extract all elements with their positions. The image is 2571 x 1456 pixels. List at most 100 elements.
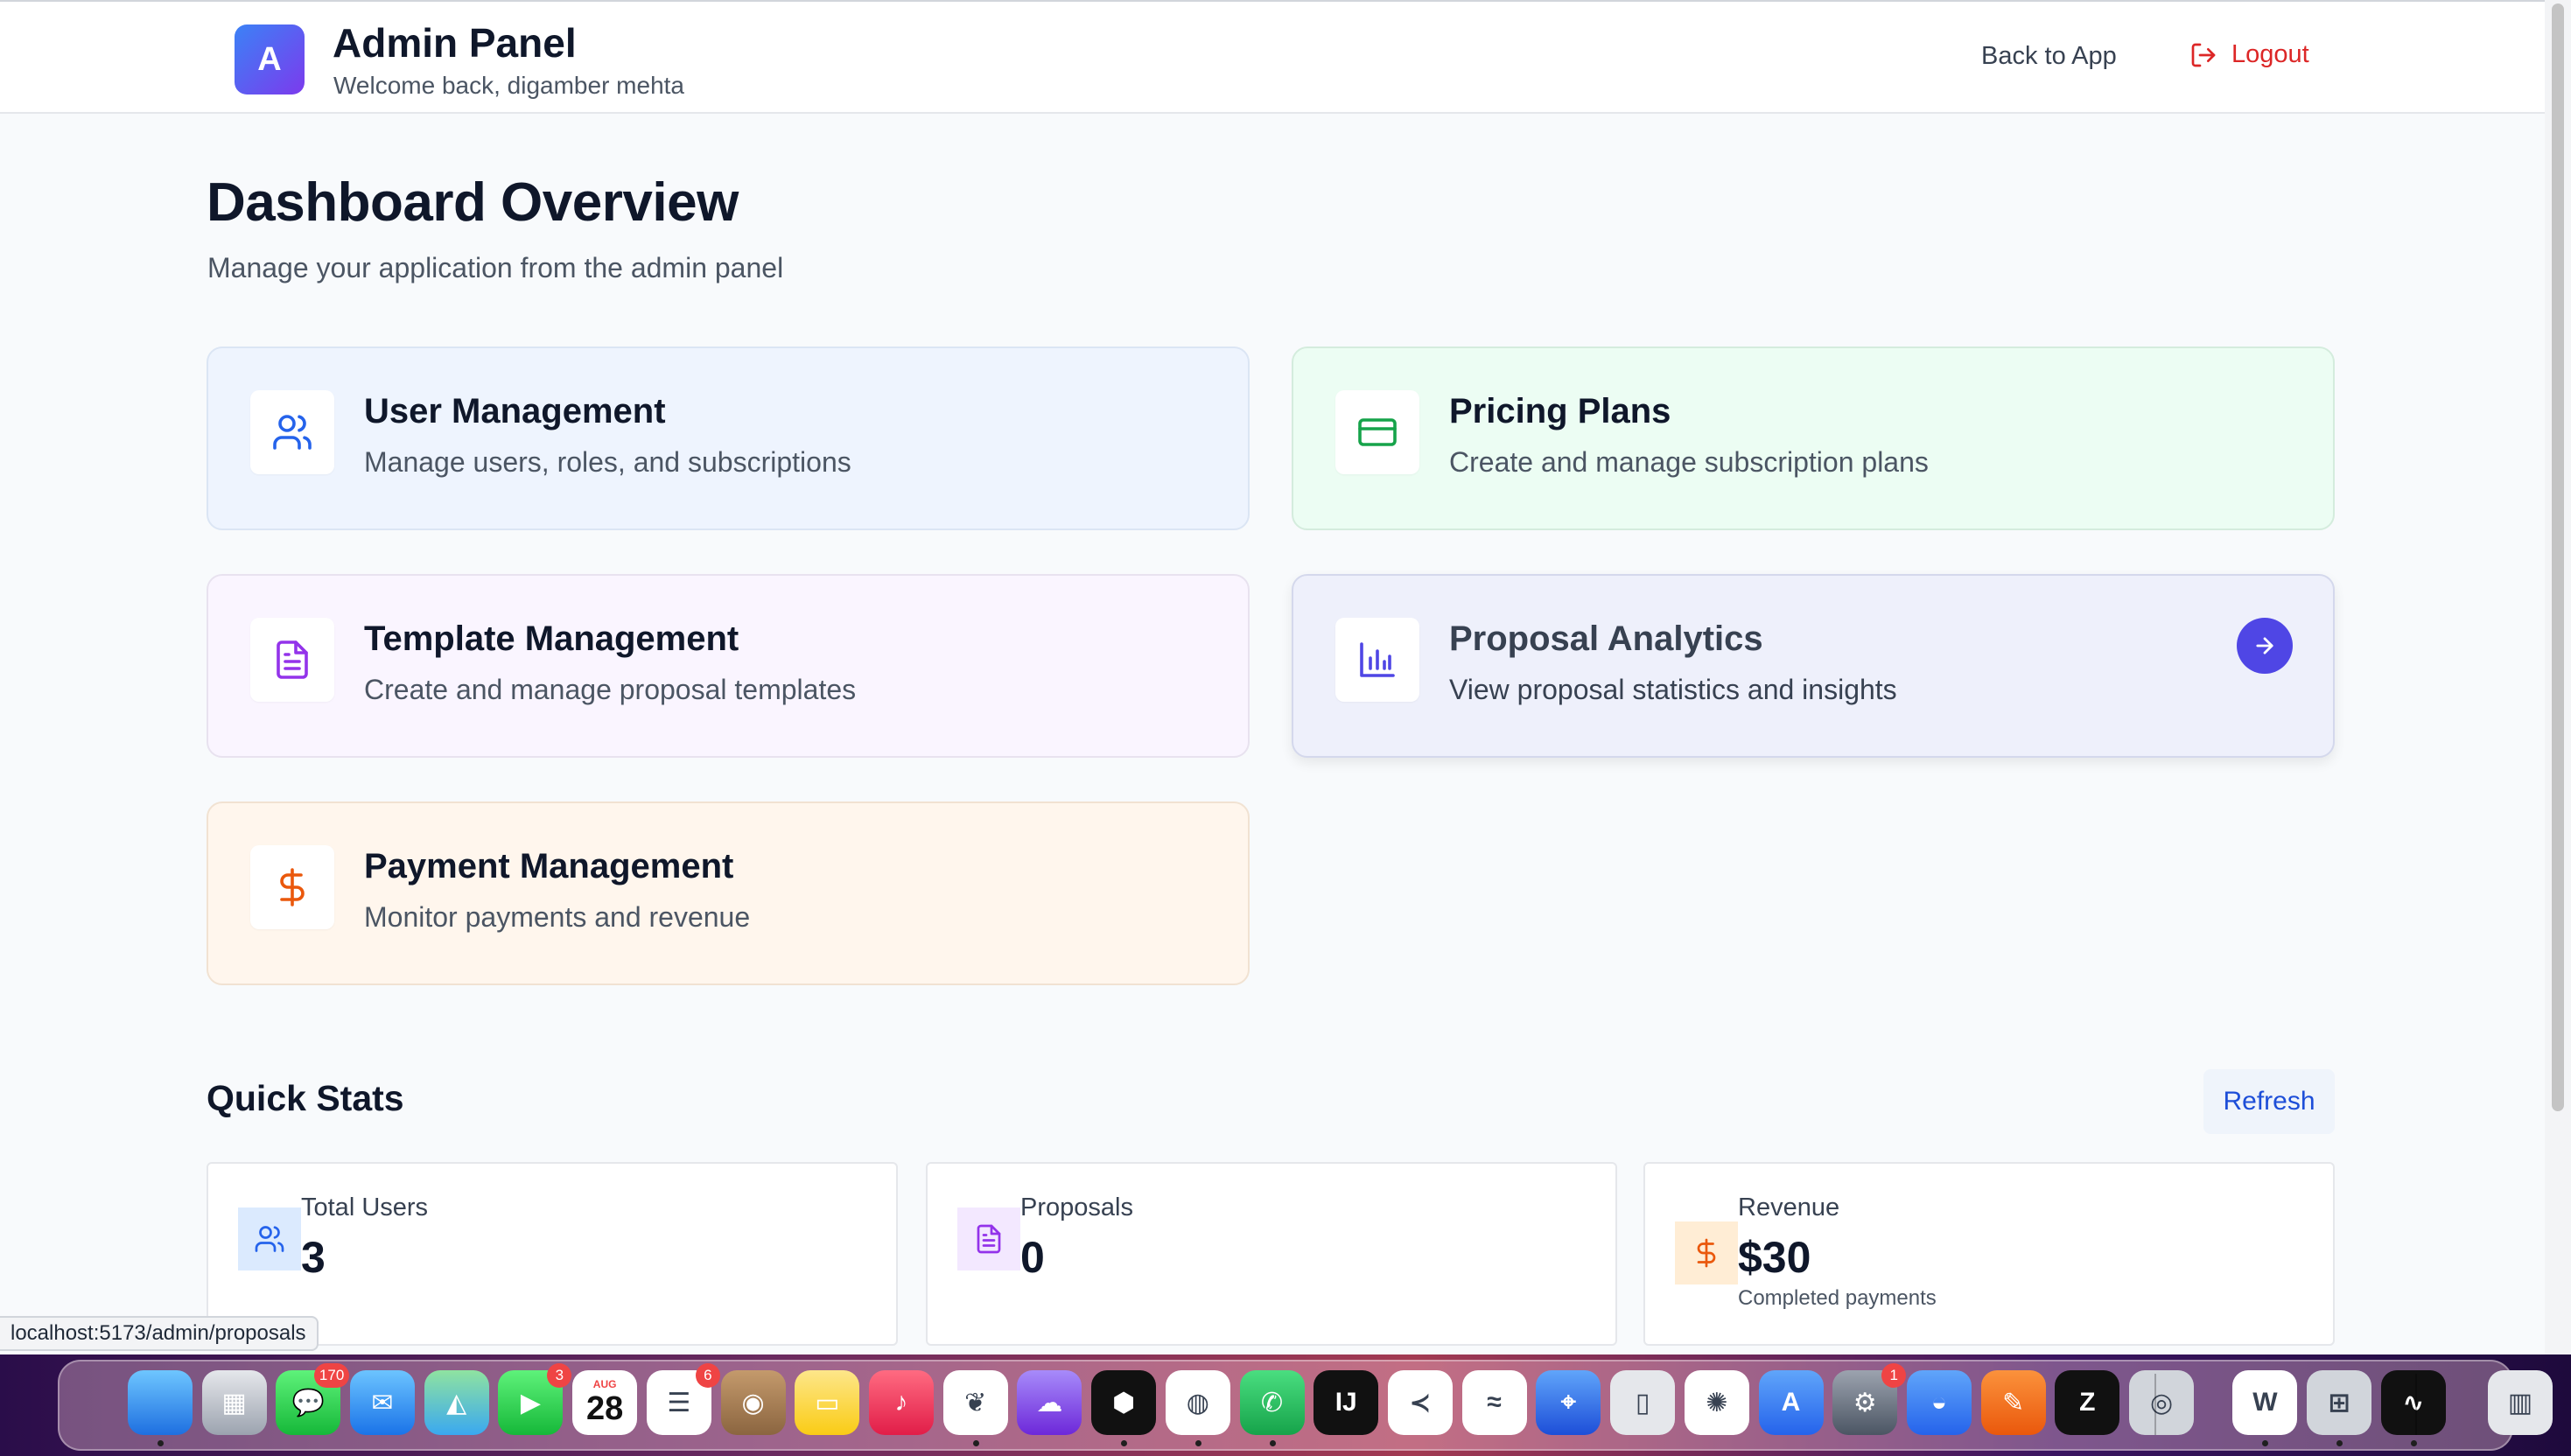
page-subtitle: Manage your application from the admin p… bbox=[207, 252, 784, 284]
dock-app-system-settings[interactable]: ⚙ 1 bbox=[1832, 1363, 1907, 1435]
dock-app-glyph: ◉ bbox=[741, 1388, 765, 1418]
dock-app-glyph: ❦ bbox=[964, 1388, 987, 1418]
arrow-right-icon[interactable] bbox=[2237, 618, 2293, 674]
dock-app-calendar[interactable]: AUG 28 bbox=[572, 1370, 638, 1435]
dock-app-glyph: ◍ bbox=[1186, 1388, 1209, 1418]
stat-label: Proposals bbox=[1020, 1194, 1133, 1222]
card-description: Manage users, roles, and subscriptions bbox=[364, 446, 851, 478]
dock-app-glyph: ▶ bbox=[520, 1388, 541, 1418]
dock-app-freeform[interactable]: ≈ bbox=[1461, 1370, 1527, 1435]
dock-app-maps[interactable]: ◭ bbox=[424, 1370, 489, 1435]
dock-app-app-store[interactable]: A bbox=[1758, 1370, 1824, 1435]
card-title: User Management bbox=[364, 392, 666, 430]
dock-app-activity-monitor[interactable]: ∿ bbox=[2380, 1370, 2446, 1435]
app-logo: A bbox=[235, 24, 305, 94]
dock-app-glyph: ☁ bbox=[1036, 1388, 1063, 1418]
dock-app-glyph: ◒ bbox=[1930, 1388, 1947, 1417]
scrollbar-thumb[interactable] bbox=[2552, 4, 2564, 1111]
card-description: View proposal statistics and insights bbox=[1449, 674, 1897, 705]
dock-app-glyph: W bbox=[2252, 1388, 2278, 1417]
dock-app-glyph: Z bbox=[2079, 1388, 2096, 1417]
card-user-management[interactable]: User Management Manage users, roles, and… bbox=[207, 346, 1250, 530]
dock-app-glyph: ≺ bbox=[1409, 1388, 1432, 1418]
quick-stats-title: Quick Stats bbox=[207, 1078, 404, 1118]
card-pricing-plans[interactable]: Pricing Plans Create and manage subscrip… bbox=[1292, 346, 2335, 530]
notification-badge: 1 bbox=[1881, 1363, 1907, 1388]
dock-app-notes[interactable]: ▭ bbox=[795, 1370, 860, 1435]
dock-app-mail[interactable]: ✉ bbox=[349, 1370, 415, 1435]
card-proposal-analytics[interactable]: Proposal Analytics View proposal statist… bbox=[1292, 574, 2335, 758]
app-title: Admin Panel bbox=[333, 20, 577, 66]
calendar-day: 28 bbox=[585, 1390, 624, 1427]
stat-label: Total Users bbox=[301, 1194, 429, 1222]
dock-app-glyph: ▥ bbox=[2507, 1388, 2533, 1418]
stat-note: Completed payments bbox=[1738, 1286, 1937, 1310]
dock-app-glyph: ◭ bbox=[446, 1388, 467, 1418]
dock-app-launchpad[interactable]: ▦ bbox=[201, 1370, 267, 1435]
dock-app-contacts[interactable]: ◉ bbox=[720, 1370, 786, 1435]
users-icon bbox=[238, 1208, 301, 1270]
dock-app-messages[interactable]: 💬 170 bbox=[276, 1363, 350, 1435]
card-description: Create and manage proposal templates bbox=[364, 674, 857, 705]
dock-app-glyph: IJ bbox=[1335, 1388, 1357, 1417]
bar-chart-icon bbox=[1335, 618, 1419, 702]
calendar-month: AUG bbox=[592, 1377, 617, 1390]
card-description: Monitor payments and revenue bbox=[364, 901, 751, 933]
stat-card-revenue: Revenue $30 Completed payments bbox=[1643, 1162, 2335, 1346]
dock-app-vs-code[interactable]: ≺ bbox=[1387, 1370, 1453, 1435]
card-template-management[interactable]: Template Management Create and manage pr… bbox=[207, 574, 1250, 758]
dock-app-whatsapp[interactable]: ✆ bbox=[1239, 1370, 1305, 1435]
dock-app-mongodb-compass[interactable]: ❦ bbox=[942, 1370, 1008, 1435]
dock-app-glyph: ▦ bbox=[221, 1388, 247, 1418]
dock-app-music[interactable]: ♪ bbox=[868, 1370, 934, 1435]
users-icon bbox=[250, 390, 334, 474]
dock-app-trash[interactable]: ▥ bbox=[2487, 1370, 2553, 1435]
dock-app-cursor[interactable]: ⬢ bbox=[1091, 1370, 1157, 1435]
refresh-button[interactable]: Refresh bbox=[2203, 1069, 2335, 1134]
file-text-icon bbox=[250, 618, 334, 702]
dock-app-pencil[interactable]: ✎ bbox=[1980, 1370, 2046, 1435]
status-bar-url: localhost:5173/admin/proposals bbox=[0, 1316, 319, 1351]
running-indicator bbox=[972, 1440, 979, 1446]
dock-app-safari[interactable]: ⌖ bbox=[1536, 1370, 1601, 1435]
dock-app-glyph: ✺ bbox=[1706, 1388, 1728, 1418]
dock-app-glyph: ⌖ bbox=[1560, 1388, 1576, 1417]
page-title: Dashboard Overview bbox=[207, 172, 739, 233]
dock-app-glyph: 💬 bbox=[291, 1388, 325, 1418]
logout-icon bbox=[2191, 43, 2216, 66]
back-to-app-button[interactable]: Back to App bbox=[1981, 42, 2117, 71]
stat-value: 0 bbox=[1020, 1233, 1045, 1282]
dollar-icon bbox=[1675, 1222, 1738, 1284]
dock-app-chatgpt[interactable]: ✺ bbox=[1684, 1370, 1749, 1435]
top-header: A Admin Panel Welcome back, digamber meh… bbox=[0, 0, 2545, 114]
dock-app-quicktime[interactable]: ◎ bbox=[2129, 1370, 2195, 1435]
dock-app-glyph: ▯ bbox=[1635, 1388, 1650, 1418]
dock-app-glyph: A bbox=[1781, 1388, 1801, 1417]
dock-app-glyph: ▭ bbox=[815, 1388, 840, 1418]
dock-app-intellij[interactable]: IJ bbox=[1314, 1370, 1379, 1435]
dock-app-ghostty[interactable]: ☁ bbox=[1017, 1370, 1082, 1435]
dock-app-reminders[interactable]: ☰ 6 bbox=[646, 1363, 720, 1435]
dock-app-glyph: ⚙ bbox=[1853, 1388, 1877, 1418]
dock-app-glyph: ≈ bbox=[1487, 1388, 1502, 1417]
stat-card-proposals: Proposals 0 bbox=[926, 1162, 1617, 1346]
dock-separator bbox=[2154, 1374, 2156, 1435]
card-title: Pricing Plans bbox=[1449, 392, 1671, 430]
dock-app-glyph: ◎ bbox=[2149, 1388, 2174, 1418]
dock-app-iphone-mirroring[interactable]: ▯ bbox=[1610, 1370, 1676, 1435]
card-payment-management[interactable]: Payment Management Monitor payments and … bbox=[207, 802, 1250, 985]
logout-label: Logout bbox=[2231, 40, 2309, 68]
dock-app-chrome[interactable]: ◍ bbox=[1165, 1370, 1230, 1435]
dock-app-word[interactable]: W bbox=[2232, 1370, 2298, 1435]
dock-app-glyph: ☰ bbox=[667, 1388, 691, 1418]
stat-value: 3 bbox=[301, 1233, 326, 1282]
dock-app-calculator[interactable]: ⊞ bbox=[2307, 1370, 2372, 1435]
dock-app-zed[interactable]: Z bbox=[2055, 1370, 2120, 1435]
dock-app-glyph: ⊞ bbox=[2328, 1388, 2350, 1418]
dock-app-docker[interactable]: ◒ bbox=[1906, 1370, 1972, 1435]
logout-button[interactable]: Logout bbox=[2189, 40, 2309, 69]
dock-app-glyph: ⬢ bbox=[1111, 1388, 1136, 1418]
dock-app-finder[interactable] bbox=[127, 1370, 193, 1435]
dock-app-glyph: ✉ bbox=[371, 1388, 394, 1418]
dock-app-facetime[interactable]: ▶ 3 bbox=[498, 1363, 572, 1435]
